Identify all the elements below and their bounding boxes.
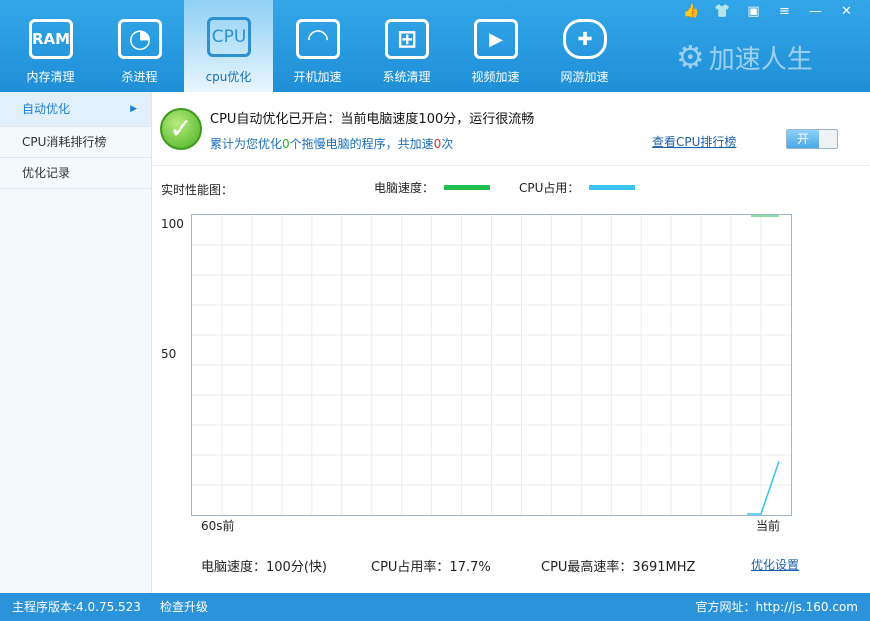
y-tick-label: 100: [161, 217, 184, 231]
legend-swatch: [589, 185, 636, 190]
cpu-usage-stat: CPU占用率：17.7%: [371, 560, 491, 575]
main-panel: ✓ CPU自动优化已开启：当前电脑速度100分，运行很流畅 累计为您优化0个拖慢…: [152, 92, 870, 593]
chart-canvas: [192, 215, 791, 515]
checkmark-icon: ✓: [160, 108, 202, 150]
nav-label: 系统清理: [382, 70, 431, 84]
chevron-right-icon: ▶: [130, 104, 137, 114]
optimize-settings-link[interactable]: 优化设置: [751, 556, 799, 573]
summary-suffix: 次: [441, 137, 454, 151]
toggle-on-label: 开: [787, 130, 819, 148]
nav-label: 内存清理: [26, 70, 75, 84]
optimized-count: 0: [282, 137, 290, 151]
play-icon: ▶: [474, 19, 518, 59]
cpu-icon: CPU: [207, 17, 251, 57]
y-tick-label: 50: [161, 347, 177, 361]
check-update-link[interactable]: 检查升级: [160, 593, 208, 621]
window-controls: 👍 👕 ▣ ≡ — ✕: [676, 2, 862, 22]
sidebar-item-cpu-ranking[interactable]: CPU消耗排行榜: [0, 127, 151, 158]
performance-chart: [191, 214, 792, 516]
shirt-icon[interactable]: 👕: [707, 2, 738, 22]
legend-swatch: [444, 185, 491, 190]
series-line-1: [747, 461, 780, 515]
sidebar-item-label: 自动优化: [22, 102, 71, 116]
speedometer-icon: ◠: [296, 19, 340, 59]
thumbs-up-icon[interactable]: 👍: [676, 2, 707, 22]
nav-system-clean[interactable]: ⊞ 系统清理: [362, 0, 451, 92]
cpu-max-stat: CPU最高速率：3691MHZ: [541, 560, 696, 575]
nav-label: cpu优化: [205, 70, 252, 84]
status-summary: 累计为您优化0个拖慢电脑的程序，共加速0次: [210, 135, 453, 152]
menu-icon[interactable]: ≡: [769, 2, 800, 22]
pie-icon: ◔: [118, 19, 162, 59]
nav-label: 视频加速: [471, 70, 520, 84]
nav-memory-clean[interactable]: RAM 内存清理: [6, 0, 95, 92]
nav-cpu-optimize[interactable]: CPU cpu优化: [184, 0, 273, 92]
windows-icon: ⊞: [385, 19, 429, 59]
version-text: 主程序版本:4.0.75.523: [12, 600, 141, 614]
app-header: RAM 内存清理 ◔ 杀进程 CPU cpu优化 ◠ 开机加速 ⊞ 系统清理 ▶…: [0, 0, 870, 92]
nav-label: 杀进程: [121, 70, 158, 84]
brand-name: 加速人生: [708, 44, 813, 75]
close-icon[interactable]: ✕: [831, 2, 862, 22]
sidebar: 自动优化 ▶ CPU消耗排行榜 优化记录: [0, 92, 152, 593]
view-cpu-ranking-link[interactable]: 查看CPU排行榜: [652, 133, 736, 150]
nav-label: 开机加速: [293, 70, 342, 84]
sidebar-item-label: CPU消耗排行榜: [22, 135, 107, 149]
legend-label: 电脑速度：: [374, 181, 435, 195]
chart-title: 实时性能图：: [161, 183, 234, 197]
summary-prefix: 累计为您优化: [210, 137, 283, 151]
status-title: CPU自动优化已开启：当前电脑速度100分，运行很流畅: [210, 112, 535, 127]
sidebar-item-optimize-log[interactable]: 优化记录: [0, 158, 151, 189]
auto-optimize-toggle[interactable]: 开: [786, 129, 838, 149]
speed-stat: 电脑速度：100分(快): [201, 560, 327, 575]
nav-kill-process[interactable]: ◔ 杀进程: [95, 0, 184, 92]
nav-label: 网游加速: [560, 70, 609, 84]
gamepad-icon: ✚: [563, 19, 607, 59]
message-icon[interactable]: ▣: [738, 2, 769, 22]
sidebar-item-label: 优化记录: [22, 166, 71, 180]
legend-label: CPU占用：: [519, 181, 580, 195]
x-tick-label: 60s前: [201, 519, 235, 533]
main-nav: RAM 内存清理 ◔ 杀进程 CPU cpu优化 ◠ 开机加速 ⊞ 系统清理 ▶…: [6, 0, 629, 92]
nav-game-speedup[interactable]: ✚ 网游加速: [540, 0, 629, 92]
summary-mid: 个拖慢电脑的程序，共加速: [289, 137, 434, 151]
official-site-link[interactable]: 官方网址：http://js.160.com: [695, 593, 858, 621]
x-tick-label: 当前: [756, 519, 781, 533]
ram-icon: RAM: [29, 19, 73, 59]
minimize-icon[interactable]: —: [800, 2, 831, 22]
status-bar: 主程序版本:4.0.75.523 检查升级 官方网址：http://js.160…: [0, 593, 870, 621]
legend-speed: 电脑速度：: [374, 179, 491, 196]
gear-icon: ⚙: [676, 38, 705, 76]
legend-cpu: CPU占用：: [519, 179, 636, 196]
status-box: ✓ CPU自动优化已开启：当前电脑速度100分，运行很流畅 累计为您优化0个拖慢…: [152, 92, 870, 166]
nav-boot-speedup[interactable]: ◠ 开机加速: [273, 0, 362, 92]
nav-video-speedup[interactable]: ▶ 视频加速: [451, 0, 540, 92]
brand-logo: ⚙ 加速人生: [676, 38, 813, 76]
sidebar-item-auto-optimize[interactable]: 自动优化 ▶: [0, 92, 151, 127]
